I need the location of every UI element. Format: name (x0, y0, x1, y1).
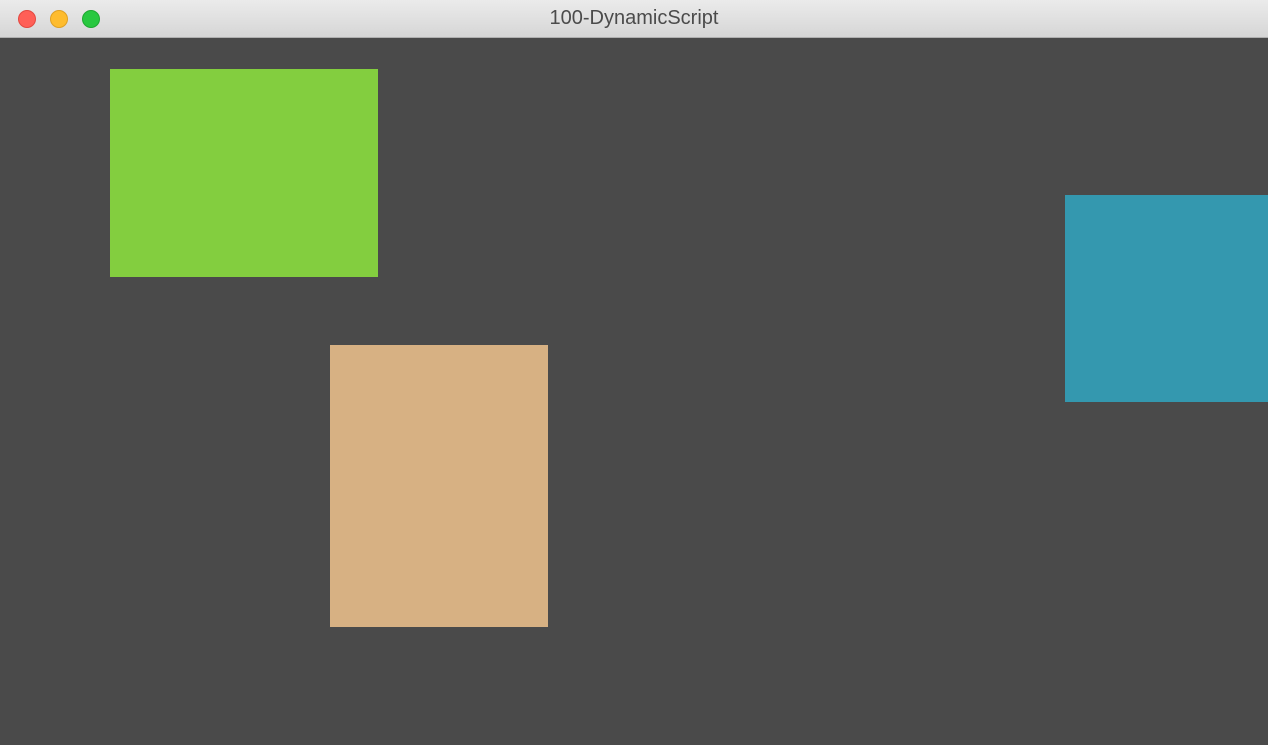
app-canvas[interactable] (0, 38, 1268, 745)
maximize-button[interactable] (82, 10, 100, 28)
close-button[interactable] (18, 10, 36, 28)
rect-teal[interactable] (1065, 195, 1268, 402)
minimize-button[interactable] (50, 10, 68, 28)
traffic-lights (0, 10, 100, 28)
window-title: 100-DynamicScript (550, 7, 719, 30)
window-titlebar[interactable]: 100-DynamicScript (0, 0, 1268, 38)
rect-green[interactable] (110, 69, 378, 277)
rect-tan[interactable] (330, 345, 548, 627)
